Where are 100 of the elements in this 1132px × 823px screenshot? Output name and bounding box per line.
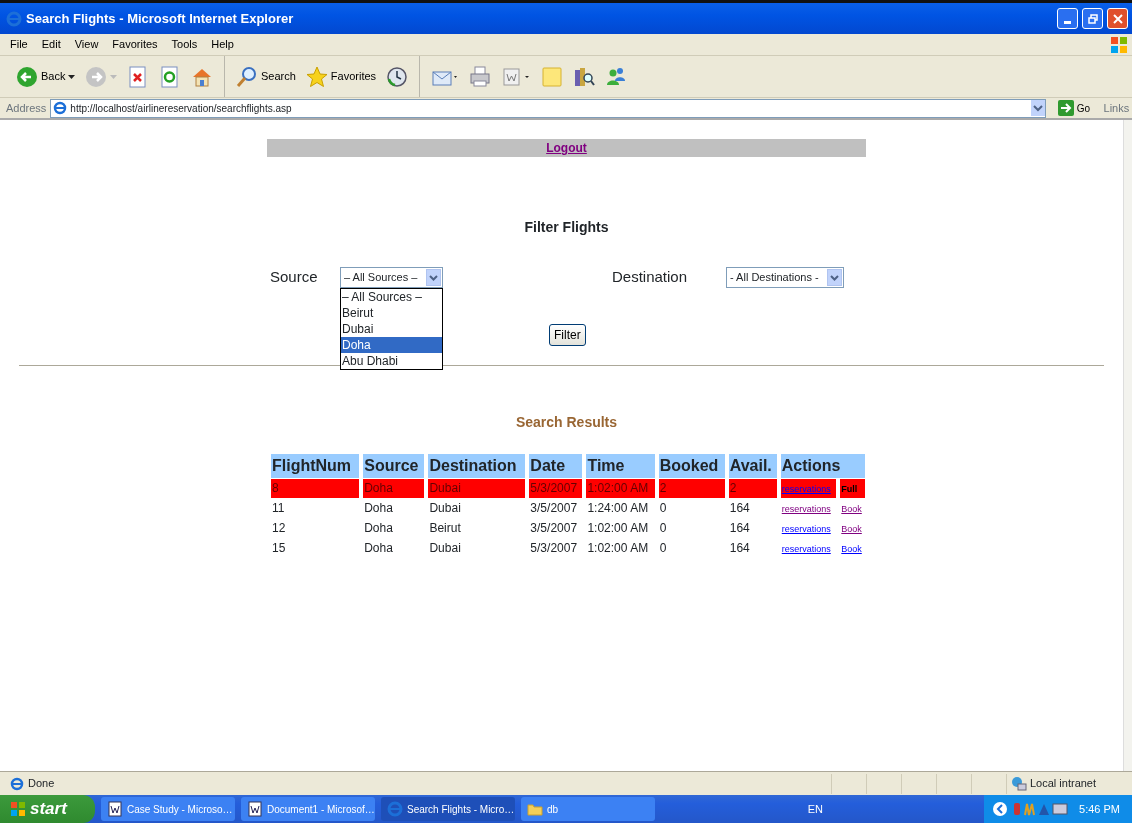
table-cell: Doha (361, 517, 425, 538)
clock: 5:46 PM (1079, 801, 1120, 817)
taskbar-item[interactable]: Case Study - Microso… (101, 797, 235, 821)
table-cell: Doha (361, 477, 425, 498)
globe-computer-icon (1011, 775, 1027, 792)
windows-logo-icon (10, 801, 26, 817)
filter-button[interactable]: Filter (549, 323, 586, 346)
logout-link[interactable]: Logout (546, 141, 587, 155)
column-header: Avail. (726, 453, 777, 478)
back-icon (16, 65, 38, 88)
ie-icon (53, 101, 68, 115)
table-cell: Dubai (426, 477, 526, 498)
address-label: Address (6, 100, 47, 116)
menu-item[interactable]: File (10, 36, 28, 53)
taskbar-item[interactable]: db (521, 797, 655, 821)
close-button[interactable] (1107, 8, 1128, 29)
star-icon (305, 65, 328, 88)
go-button[interactable]: Go (1053, 100, 1095, 116)
table-cell: Doha (361, 537, 425, 558)
reservations-link[interactable]: reservations (781, 524, 831, 534)
links-label[interactable]: Links (1098, 99, 1132, 117)
favorites-button[interactable]: Favorites (303, 65, 379, 88)
dropdown-option[interactable]: Abu Dhabi (341, 352, 442, 369)
search-button[interactable]: Search (233, 65, 298, 88)
taskbar-item[interactable]: Search Flights - Micro… (381, 797, 515, 821)
table-cell: 0 (656, 517, 725, 538)
restore-icon (1087, 13, 1098, 24)
window-title: Search Flights - Microsoft Internet Explorer (26, 9, 295, 28)
printer-icon[interactable] (468, 65, 491, 88)
column-header: Time (584, 453, 655, 478)
table-cell: 12 (269, 517, 360, 538)
column-header: Actions (778, 453, 865, 478)
table-cell: 164 (726, 497, 777, 518)
table-cell: 3/5/2007 (527, 497, 583, 518)
column-header: Destination (426, 453, 526, 478)
tray-icons-drawing (1012, 801, 1069, 817)
ie-icon (6, 10, 22, 27)
table-cell: 164 (726, 517, 777, 538)
expand-tray-icon[interactable] (991, 801, 1008, 817)
source-label: Source (270, 267, 319, 287)
table-cell: 15 (269, 537, 360, 558)
taskbar-item[interactable]: Document1 - Microsof… (241, 797, 375, 821)
forward-icon[interactable] (85, 65, 108, 88)
reservations-link[interactable]: reservations (781, 544, 831, 554)
dropdown-option[interactable]: – All Sources – (341, 288, 442, 305)
reservations-link[interactable]: reservations (781, 504, 831, 514)
table-cell: 0 (656, 537, 725, 558)
vertical-scrollbar[interactable] (1123, 120, 1132, 771)
menu-item[interactable]: Favorites (112, 36, 158, 53)
ie-icon (387, 801, 403, 817)
dropdown-option[interactable]: Beirut (341, 304, 442, 321)
zone-label: Local intranet (1030, 776, 1097, 792)
table-cell: 1:24:00 AM (584, 497, 655, 518)
language-indicator[interactable]: EN (807, 800, 823, 818)
dropdown-option[interactable]: Dubai (341, 320, 442, 337)
minimize-icon (1064, 21, 1071, 24)
address-field[interactable]: http://localhost/airlinereservation/searchflights.asp (50, 98, 1046, 118)
book-link[interactable]: Book (841, 504, 862, 514)
folder-icon (527, 801, 543, 817)
dropdown-arrow-icon (110, 74, 118, 79)
document-icon[interactable] (500, 65, 531, 88)
table-cell: 2 (656, 477, 725, 498)
menu-item[interactable]: View (74, 36, 99, 53)
table-cell: 5/3/2007 (527, 537, 583, 558)
table-cell: 1:02:00 AM (584, 477, 655, 498)
book-link[interactable]: Book (841, 544, 862, 554)
menu-item[interactable]: Help (211, 36, 234, 53)
column-header: Source (361, 453, 425, 478)
table-cell: 0 (656, 497, 725, 518)
source-select[interactable]: – All Sources – (340, 266, 443, 288)
start-button[interactable]: start (0, 795, 95, 823)
column-header: FlightNum (269, 453, 360, 478)
history-icon[interactable] (386, 65, 409, 88)
minimize-button[interactable] (1057, 8, 1078, 29)
table-cell: Doha (361, 497, 425, 518)
table-cell: Dubai (426, 497, 526, 518)
book-link[interactable]: Book (841, 524, 862, 534)
results-title: Search Results (514, 412, 619, 432)
table-cell: 1:02:00 AM (584, 537, 655, 558)
word-document-icon (247, 801, 263, 817)
column-header: Booked (656, 453, 725, 478)
menu-item[interactable]: Tools (171, 36, 198, 53)
table-cell: 5/3/2007 (527, 477, 583, 498)
column-header: Date (527, 453, 583, 478)
menu-item[interactable]: Edit (41, 36, 61, 53)
dropdown-option[interactable]: Doha (341, 336, 442, 353)
windows-logo-icon (1110, 35, 1128, 54)
table-cell: 2 (726, 477, 777, 498)
back-button[interactable]: Back (14, 65, 78, 88)
word-document-icon (107, 801, 123, 817)
table-cell: 11 (269, 497, 360, 518)
table-cell: Dubai (426, 537, 526, 558)
restore-button[interactable] (1082, 8, 1103, 29)
people-icon[interactable] (604, 65, 627, 88)
go-arrow-icon (1057, 100, 1074, 116)
status-text: Done (28, 776, 55, 792)
destination-select[interactable]: - All Destinations - (726, 266, 844, 288)
table-cell: 1:02:00 AM (584, 517, 655, 538)
research-icon[interactable] (572, 65, 595, 88)
filter-title: Filter Flights (523, 218, 610, 237)
